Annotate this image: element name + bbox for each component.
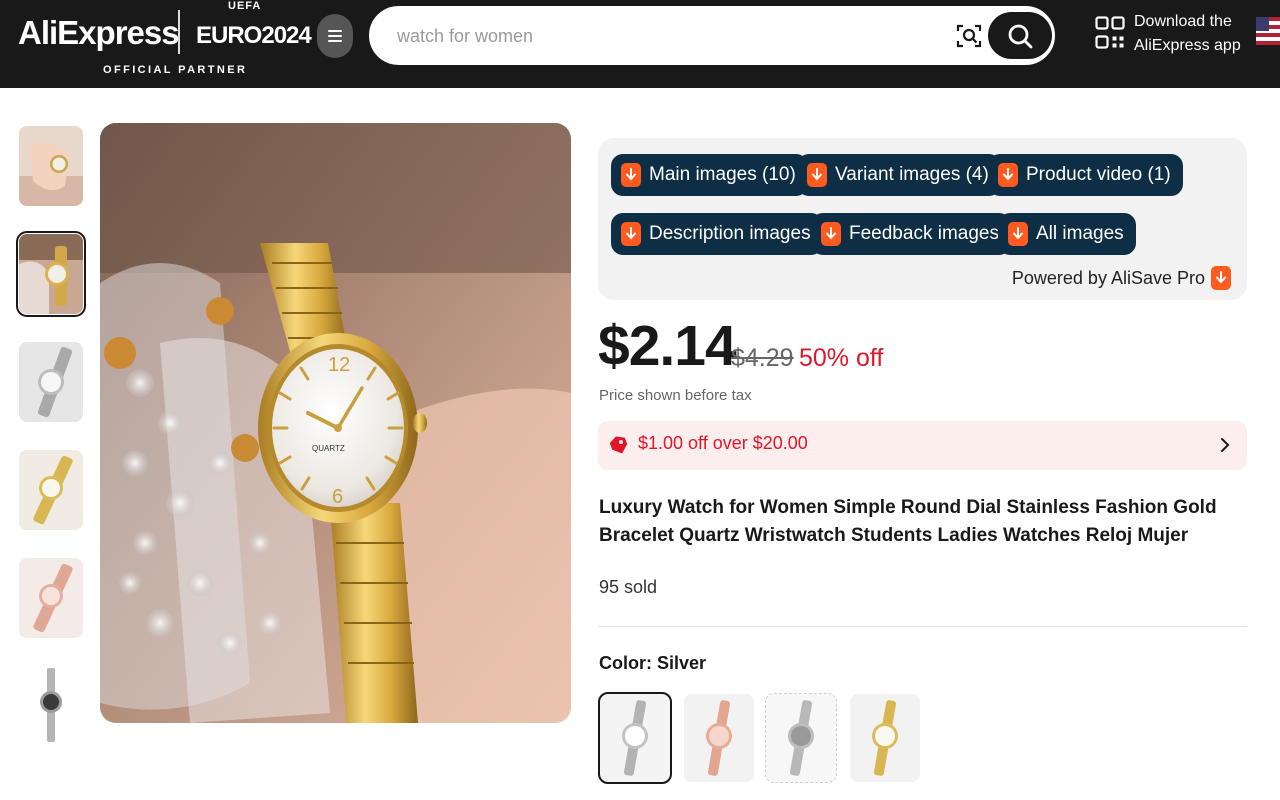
discount-badge: 50% off xyxy=(799,344,884,372)
main-images-label: Main images (10) xyxy=(649,164,796,185)
thumbnail-image-3 xyxy=(19,342,83,422)
download-app-line1: Download the xyxy=(1134,13,1232,30)
main-watch-photo: 12 6 QUARTZ xyxy=(100,123,571,723)
variant-images-button[interactable]: Variant images (4) xyxy=(797,154,1001,196)
coupon-text: $1.00 off over $20.00 xyxy=(638,433,808,453)
color-swatch-silver[interactable] xyxy=(598,692,672,784)
download-app-line2: AliExpress app xyxy=(1134,37,1241,54)
swatch-image-silver xyxy=(600,694,670,782)
feedback-images-label: Feedback images xyxy=(849,223,999,244)
all-images-label: All images xyxy=(1036,223,1124,244)
variant-images-label: Variant images (4) xyxy=(835,164,989,185)
product-title: Luxury Watch for Women Simple Round Dial… xyxy=(599,497,1217,546)
search-input[interactable] xyxy=(397,20,937,52)
swatch-image-silver-grey xyxy=(766,694,836,782)
product-video-label: Product video (1) xyxy=(1026,164,1171,185)
search-button[interactable] xyxy=(988,12,1052,59)
alisave-panel: Main images (10) Variant images (4) Prod… xyxy=(598,138,1247,300)
official-partner-label: OFFICIAL PARTNER xyxy=(103,64,248,76)
tax-note: Price shown before tax xyxy=(599,387,752,404)
main-images-button[interactable]: Main images (10) xyxy=(611,154,808,196)
color-swatch-gold[interactable] xyxy=(850,694,920,782)
download-icon xyxy=(821,222,841,246)
top-header: AliExpress UEFA EURO2024 OFFICIAL PARTNE… xyxy=(0,0,1280,88)
download-icon xyxy=(807,163,827,187)
download-icon xyxy=(1008,222,1028,246)
all-images-button[interactable]: All images xyxy=(998,213,1136,255)
menu-button[interactable] xyxy=(317,14,353,58)
download-icon xyxy=(621,163,641,187)
alisave-logo-icon xyxy=(1211,266,1231,290)
logo-divider xyxy=(178,10,180,54)
dial-brand-text: QUARTZ xyxy=(312,444,345,453)
download-app-link[interactable]: Download the AliExpress app xyxy=(1134,10,1241,58)
thumbnail-image-5 xyxy=(19,558,83,638)
download-icon xyxy=(621,222,641,246)
description-images-label: Description images xyxy=(649,223,811,244)
section-divider xyxy=(598,626,1247,627)
image-search-icon[interactable] xyxy=(955,22,983,50)
powered-by-label: Powered by AliSave Pro xyxy=(1011,267,1205,288)
thumbnail-image-6 xyxy=(19,666,83,746)
thumbnail-4[interactable] xyxy=(19,450,83,530)
search-icon xyxy=(1008,24,1033,48)
feedback-images-button[interactable]: Feedback images xyxy=(811,213,1011,255)
thumbnail-1[interactable] xyxy=(19,126,83,206)
uefa-label: UEFA xyxy=(228,0,262,12)
search-bar xyxy=(369,6,1055,65)
current-price: $2.14 xyxy=(598,314,737,378)
product-video-button[interactable]: Product video (1) xyxy=(988,154,1183,196)
aliexpress-logo[interactable]: AliExpress xyxy=(18,14,180,52)
color-label: Color: Silver xyxy=(599,653,707,673)
thumbnail-5[interactable] xyxy=(19,558,83,638)
euro2024-logo: EURO2024 xyxy=(196,22,312,49)
download-icon xyxy=(998,163,1018,187)
sold-count: 95 sold xyxy=(599,577,658,597)
qr-code-icon[interactable] xyxy=(1095,15,1125,51)
color-swatch-rose-gold[interactable] xyxy=(684,694,754,782)
powered-by-alisave[interactable]: Powered by AliSave Pro xyxy=(1012,266,1231,290)
dial-number-12: 12 xyxy=(328,354,350,376)
original-price: $4.29 xyxy=(731,344,794,372)
thumbnail-3[interactable] xyxy=(19,342,83,422)
thumbnail-image-1 xyxy=(19,126,83,206)
thumbnail-image-2 xyxy=(19,234,83,314)
dial-number-6: 6 xyxy=(332,486,343,508)
coupon-tag-icon xyxy=(610,436,628,454)
color-swatch-silver-grey[interactable] xyxy=(765,693,837,783)
swatch-image-rose-gold xyxy=(684,694,754,782)
swatch-image-gold xyxy=(850,694,920,782)
thumbnail-6[interactable] xyxy=(19,666,83,746)
main-product-image[interactable]: 12 6 QUARTZ xyxy=(100,123,571,723)
thumbnail-2[interactable] xyxy=(16,231,86,317)
chevron-right-icon xyxy=(1221,438,1230,452)
coupon-banner[interactable]: $1.00 off over $20.00 xyxy=(598,421,1247,470)
hamburger-icon xyxy=(328,30,342,42)
us-flag-icon[interactable] xyxy=(1256,17,1280,45)
thumbnail-image-4 xyxy=(19,450,83,530)
description-images-button[interactable]: Description images xyxy=(611,213,823,255)
